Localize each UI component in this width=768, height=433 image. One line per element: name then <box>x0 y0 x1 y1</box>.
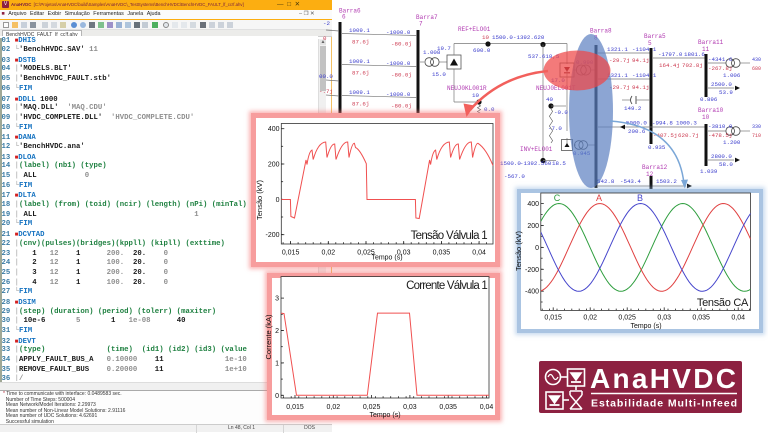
svg-text:Barra12: Barra12 <box>642 164 668 171</box>
svg-text:-407.5j: -407.5j <box>653 132 677 139</box>
svg-text:1500.0: 1500.0 <box>492 34 513 41</box>
svg-text:INV+ELO01: INV+ELO01 <box>520 146 553 153</box>
svg-text:-1000.0: -1000.0 <box>386 91 411 98</box>
svg-text:0.945: 0.945 <box>573 150 591 157</box>
svg-text:2800.0: 2800.0 <box>711 153 732 160</box>
svg-text:Barra8: Barra8 <box>590 28 612 35</box>
svg-text:-0.0: -0.0 <box>554 109 568 116</box>
svg-text:430: 430 <box>752 57 761 63</box>
svg-text:NEUJ0KL001R: NEUJ0KL001R <box>447 85 487 92</box>
svg-text:620.7j: 620.7j <box>678 132 699 139</box>
svg-text:15.0: 15.0 <box>432 71 446 78</box>
svg-text:680: 680 <box>752 66 761 72</box>
svg-text:-1797.0: -1797.0 <box>658 51 683 58</box>
svg-text:1009.1: 1009.1 <box>349 89 370 96</box>
svg-text:19.7: 19.7 <box>437 45 451 52</box>
svg-text:REF+ELO01: REF+ELO01 <box>458 26 491 33</box>
svg-text:-3810.0: -3810.0 <box>708 123 733 130</box>
svg-text:1.039: 1.039 <box>700 168 718 175</box>
svg-text:1503.2: 1503.2 <box>656 178 677 185</box>
svg-text:7: 7 <box>419 21 423 28</box>
svg-text:-567.0: -567.0 <box>504 173 525 180</box>
svg-text:1.006: 1.006 <box>723 72 741 79</box>
svg-text:-994.8: -994.8 <box>652 120 673 127</box>
svg-text:702.8j: 702.8j <box>682 62 703 69</box>
svg-text:18.5: 18.5 <box>552 160 566 167</box>
svg-text:10: 10 <box>482 34 489 41</box>
svg-text:94.1j: 94.1j <box>632 84 649 91</box>
svg-text:542.8: 542.8 <box>597 178 615 185</box>
svg-text:149.2: 149.2 <box>624 105 642 112</box>
svg-text:-1104.1: -1104.1 <box>632 72 657 79</box>
svg-text:-1392.620: -1392.620 <box>513 34 545 41</box>
svg-text:Estabilidade Multi-Infeed: Estabilidade Multi-Infeed <box>591 398 737 410</box>
svg-text:0.935: 0.935 <box>648 144 666 151</box>
svg-text:87.6j: 87.6j <box>352 101 369 108</box>
svg-text:200.6: 200.6 <box>628 128 646 135</box>
svg-text:Barra5: Barra5 <box>644 33 666 40</box>
svg-text:1000.3: 1000.3 <box>676 120 697 127</box>
svg-text:600.0: 600.0 <box>473 47 491 54</box>
svg-text:-80.0j: -80.0j <box>391 41 412 48</box>
svg-text:-267.8j: -267.8j <box>708 65 732 72</box>
svg-text:-.7j: -.7j <box>319 88 333 95</box>
svg-text:-1000.0: -1000.0 <box>386 60 411 67</box>
svg-text:1321.1: 1321.1 <box>607 46 628 53</box>
svg-text:-80.0j: -80.0j <box>391 103 412 110</box>
svg-text:NEUJ0EL001T: NEUJ0EL001T <box>536 85 576 92</box>
svg-text:537.618,5: 537.618,5 <box>528 53 560 60</box>
svg-text:-1000.0: -1000.0 <box>386 29 411 36</box>
svg-text:1321.1: 1321.1 <box>607 72 628 79</box>
svg-text:-29.7j: -29.7j <box>609 84 630 91</box>
svg-text:11: 11 <box>702 46 710 53</box>
svg-text:-4341.6: -4341.6 <box>708 56 733 63</box>
svg-text:1009.1: 1009.1 <box>349 58 370 65</box>
svg-text:00.0: 00.0 <box>319 73 333 80</box>
svg-text:0.990: 0.990 <box>576 59 594 66</box>
svg-text:40: 40 <box>546 96 553 103</box>
svg-text:710: 710 <box>752 133 761 139</box>
svg-text:53.9: 53.9 <box>719 89 733 96</box>
svg-text:0.0: 0.0 <box>484 106 495 113</box>
svg-text:1009.1: 1009.1 <box>349 27 370 34</box>
svg-text:12: 12 <box>646 171 654 178</box>
svg-text:1500.0: 1500.0 <box>500 160 521 167</box>
svg-text:-7.0: -7.0 <box>548 125 562 132</box>
svg-text:87.6j: 87.6j <box>352 39 369 46</box>
svg-text:6: 6 <box>342 14 346 21</box>
svg-text:87.6j: 87.6j <box>352 70 369 77</box>
svg-text:330: 330 <box>752 124 761 130</box>
svg-text:Barra10: Barra10 <box>698 107 724 114</box>
svg-text:5000.0: 5000.0 <box>626 120 647 127</box>
svg-text:58.0: 58.0 <box>719 161 733 168</box>
svg-text:-478.5j: -478.5j <box>708 132 732 139</box>
svg-text:-2: -2 <box>323 20 330 27</box>
svg-text:0.896: 0.896 <box>700 96 718 103</box>
svg-text:164.4j: 164.4j <box>659 62 680 69</box>
svg-text:-543.4: -543.4 <box>620 178 641 185</box>
svg-text:-29.7j: -29.7j <box>609 57 630 64</box>
svg-text:AnaHVDC: AnaHVDC <box>590 363 736 394</box>
svg-text:17.0: 17.0 <box>551 77 565 84</box>
svg-text:8: 8 <box>594 35 598 42</box>
svg-text:-1104.1: -1104.1 <box>632 46 657 53</box>
svg-text:0: 0 <box>323 35 327 42</box>
svg-text:5: 5 <box>648 40 652 47</box>
svg-text:10: 10 <box>702 114 710 121</box>
svg-text:10: 10 <box>472 92 479 99</box>
svg-text:-80.0j: -80.0j <box>391 72 412 79</box>
svg-text:Barra11: Barra11 <box>698 39 724 46</box>
svg-text:1.200: 1.200 <box>723 139 741 146</box>
svg-text:94.1j: 94.1j <box>632 57 649 64</box>
svg-text:2500.0: 2500.0 <box>711 81 732 88</box>
svg-text:-1392.560: -1392.560 <box>520 160 552 167</box>
